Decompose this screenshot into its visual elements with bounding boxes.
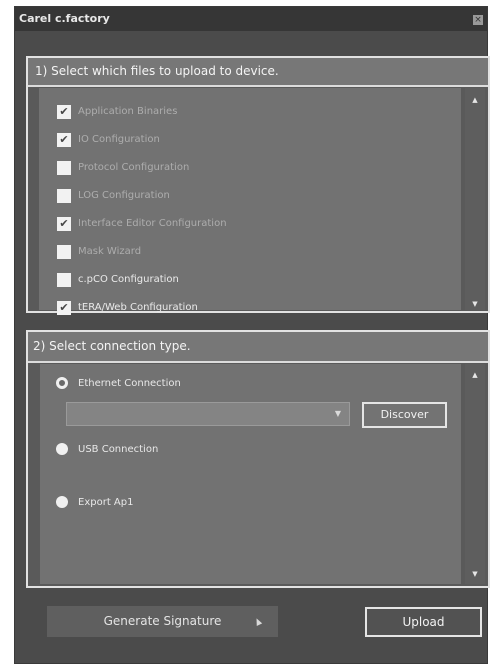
file-option-label: tERA/Web Configuration: [78, 302, 198, 313]
generate-signature-button[interactable]: Generate Signature: [47, 606, 278, 637]
file-option-label: c.pCO Configuration: [78, 274, 179, 285]
ethernet-address-dropdown[interactable]: ▼: [66, 402, 350, 426]
file-option-label: Protocol Configuration: [78, 162, 190, 173]
file-checkbox[interactable]: [57, 273, 71, 287]
scroll-up-icon[interactable]: ▲: [465, 369, 485, 381]
connection-options-area: [40, 364, 461, 584]
scroll-down-icon[interactable]: ▼: [465, 568, 485, 580]
connection-panel: 2) Select connection type. ▲ ▼: [26, 330, 490, 588]
upload-button[interactable]: Upload: [365, 607, 482, 637]
connection-panel-title: 2) Select connection type.: [33, 339, 191, 353]
connection-option-label: USB Connection: [78, 444, 159, 455]
file-option-label: LOG Configuration: [78, 190, 170, 201]
files-panel-header: 1) Select which files to upload to devic…: [28, 58, 488, 87]
file-option-label: Mask Wizard: [78, 246, 142, 257]
connection-radio[interactable]: [56, 377, 68, 389]
connection-option-label: Ethernet Connection: [78, 378, 181, 389]
window-title: Carel c.factory: [19, 12, 110, 25]
scroll-down-icon[interactable]: ▼: [465, 298, 485, 310]
file-checkbox[interactable]: ✔: [57, 133, 71, 147]
file-checkbox[interactable]: ✔: [57, 105, 71, 119]
file-option-label: Application Binaries: [78, 106, 178, 117]
file-list-scrollbar[interactable]: ▲ ▼: [465, 88, 485, 310]
file-checkbox[interactable]: [57, 245, 71, 259]
scroll-up-icon[interactable]: ▲: [465, 94, 485, 106]
files-panel: 1) Select which files to upload to devic…: [26, 56, 490, 315]
chevron-down-icon: ▼: [334, 409, 341, 418]
file-checkbox[interactable]: ✔: [57, 301, 71, 315]
title-bar: Carel c.factory ×: [15, 7, 487, 31]
file-option-label: Interface Editor Configuration: [78, 218, 227, 229]
connection-option-label: Export Ap1: [78, 497, 134, 508]
connection-scrollbar[interactable]: ▲ ▼: [465, 364, 485, 584]
connection-radio[interactable]: [56, 496, 68, 508]
file-checkbox[interactable]: [57, 189, 71, 203]
file-checkbox[interactable]: [57, 161, 71, 175]
file-list: ✔ Application Binaries ✔ IO Configuration Pr…: [39, 88, 461, 315]
discover-button[interactable]: Discover: [362, 402, 447, 428]
connection-radio[interactable]: [56, 443, 68, 455]
file-checkbox[interactable]: ✔: [57, 217, 71, 231]
file-option-label: IO Configuration: [78, 134, 160, 145]
app-window: Carel c.factory × 1) Select which files …: [14, 6, 490, 664]
connection-panel-header: 2) Select connection type.: [28, 332, 488, 363]
close-icon[interactable]: ×: [473, 15, 483, 25]
files-panel-title: 1) Select which files to upload to devic…: [35, 64, 279, 78]
